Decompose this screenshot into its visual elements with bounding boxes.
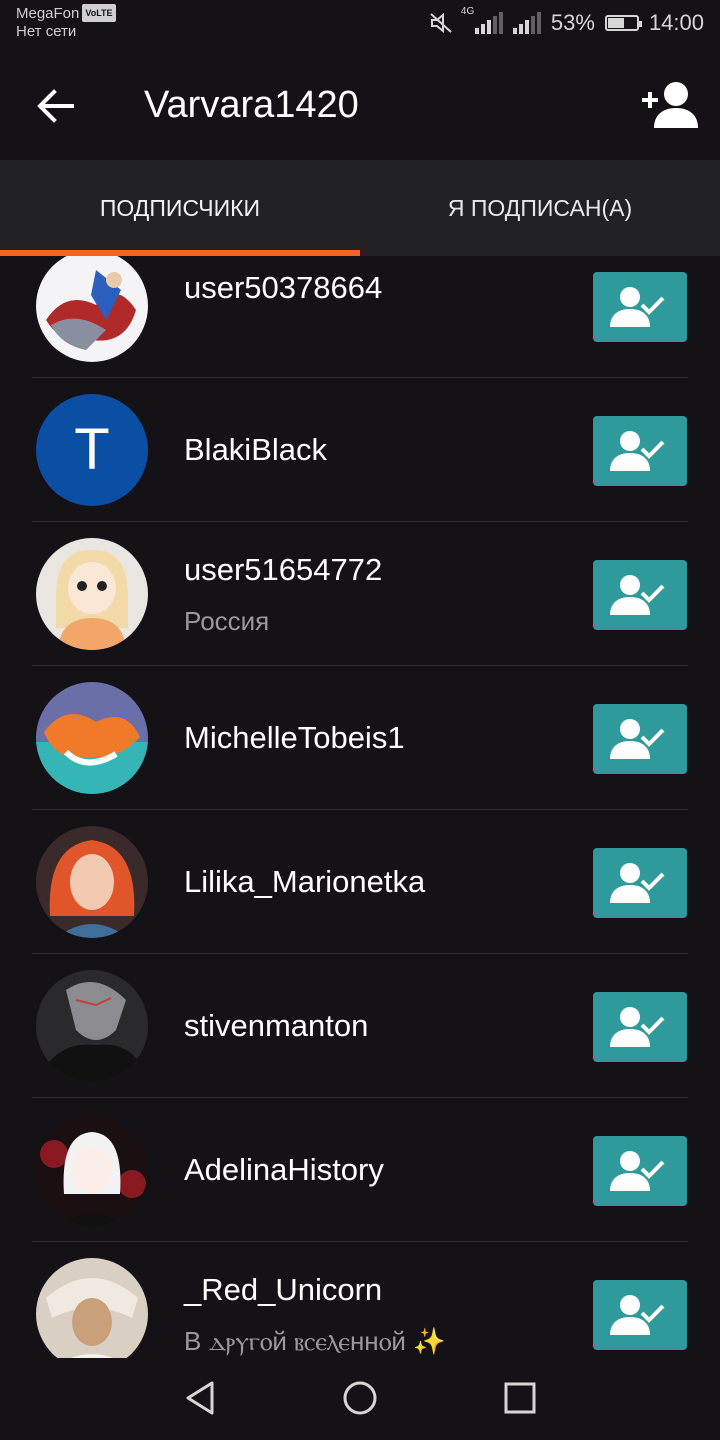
user-name: BlakiBlack [184,432,327,467]
battery-percent: 53% [550,10,595,35]
following-button[interactable] [593,704,687,774]
followers-list: user50378664 T BlakiBlack user51654772 Р… [0,256,720,1358]
user-subtitle: В ⲇⲣⲩⲅⲟй ⲃⲥⲉⲗⲉннⲟй ✨ [184,1326,446,1356]
following-button[interactable] [593,416,687,486]
list-item[interactable]: AdelinaHistory [0,1098,720,1242]
user-name: _Red_Unicorn [184,1272,383,1307]
signal-strength-2 [512,12,541,34]
volte-badge: VoLTE [82,4,116,22]
following-button[interactable] [593,560,687,630]
battery-icon [604,15,642,31]
avatar[interactable] [36,538,148,650]
following-button[interactable] [593,272,687,342]
following-button[interactable] [593,1280,687,1350]
nav-recents-icon[interactable] [504,1380,536,1416]
list-item[interactable]: T BlakiBlack [0,378,720,522]
person-check-icon [610,1007,665,1047]
avatar[interactable] [36,256,148,362]
signal-strength-1: 4G [461,6,503,34]
person-check-icon [610,863,665,903]
following-button[interactable] [593,848,687,918]
avatar[interactable] [36,970,148,1082]
carrier-name: MegaFon [16,5,80,22]
user-name: AdelinaHistory [184,1152,384,1187]
list-item[interactable]: user51654772 Россия [0,522,720,666]
back-arrow-icon[interactable] [34,86,78,126]
add-user-icon[interactable] [640,80,698,130]
person-check-icon [610,1151,665,1191]
tab-bar: ПОДПИСЧИКИ Я ПОДПИСАН(А) [0,160,720,256]
user-name: user50378664 [184,270,383,305]
carrier-info: MegaFon VoLTE Нет сети [16,4,116,41]
person-check-icon [610,719,665,759]
list-item[interactable]: stivenmanton [0,954,720,1098]
avatar[interactable] [36,826,148,938]
following-button[interactable] [593,992,687,1062]
status-bar: MegaFon VoLTE Нет сети 4G 53% 14:00 [0,0,720,52]
person-check-icon [610,431,665,471]
tab-followers[interactable]: ПОДПИСЧИКИ [0,160,360,256]
app-bar: Varvara1420 [0,52,720,160]
user-subtitle: Россия [184,606,270,636]
status-icons: 4G 53% 14:00 [429,6,704,36]
list-item[interactable]: _Red_Unicorn В ⲇⲣⲩⲅⲟй ⲃⲥⲉⲗⲉннⲟй ✨ [0,1242,720,1358]
avatar[interactable] [36,1258,148,1358]
network-status: Нет сети [16,23,77,40]
user-name: user51654772 [184,552,383,587]
avatar-letter: T [74,417,110,482]
avatar[interactable]: T [36,394,148,506]
system-nav-bar [0,1358,720,1440]
user-name: stivenmanton [184,1008,369,1043]
nav-home-icon[interactable] [342,1380,378,1416]
user-name: Lilika_Marionetka [184,864,426,899]
person-check-icon [610,287,665,327]
nav-back-icon[interactable] [184,1380,216,1416]
person-check-icon [610,575,665,615]
tab-following[interactable]: Я ПОДПИСАН(А) [360,160,720,256]
list-item[interactable]: MichelleTobeis1 [0,666,720,810]
mute-icon [430,12,452,34]
page-title: Varvara1420 [144,84,359,126]
list-item[interactable]: user50378664 [0,256,720,378]
network-type: 4G [460,6,475,17]
person-check-icon [610,1295,665,1335]
list-item[interactable]: Lilika_Marionetka [0,810,720,954]
avatar[interactable] [36,682,148,794]
following-button[interactable] [593,1136,687,1206]
user-name: MichelleTobeis1 [184,720,405,755]
avatar[interactable] [36,1114,148,1226]
clock: 14:00 [648,10,704,35]
